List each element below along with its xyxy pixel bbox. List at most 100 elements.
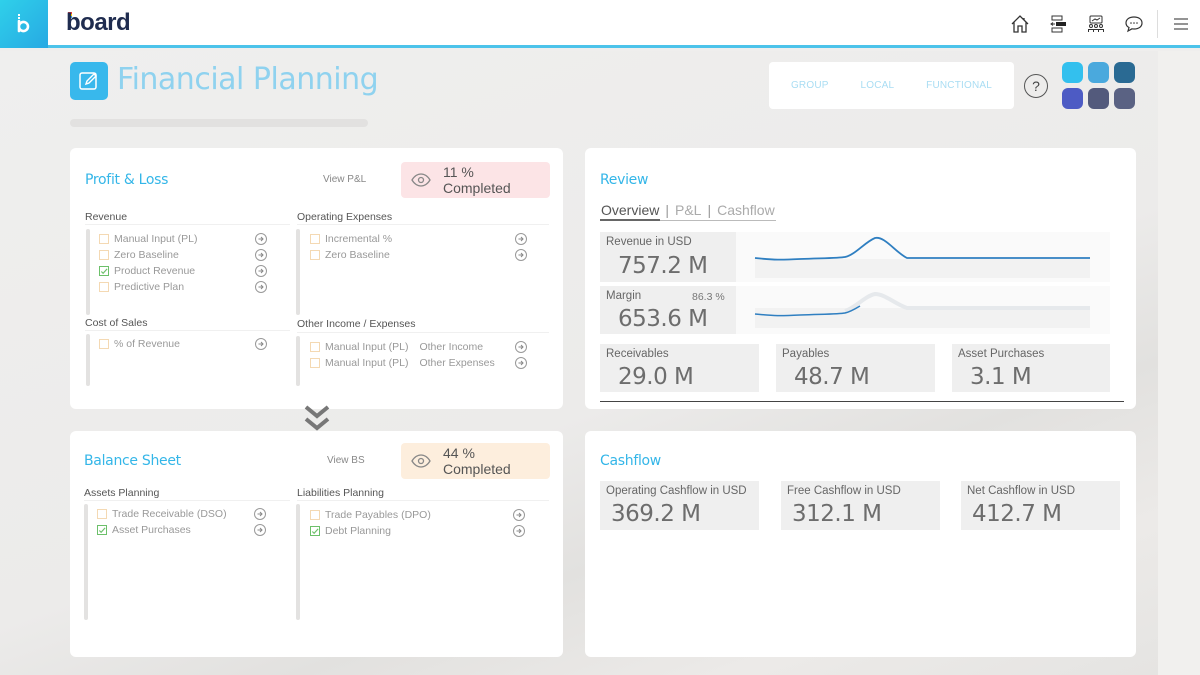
sparkline-background [755, 308, 1090, 328]
board-logo-icon [17, 14, 30, 33]
checklist-item-label: Manual Input (PL) [325, 357, 409, 369]
section-divider [297, 224, 549, 225]
mode-local-button[interactable]: LOCAL [860, 80, 894, 91]
title-underline [70, 119, 368, 127]
arrow-right-circle-icon[interactable] [515, 357, 527, 369]
tab-cashflow[interactable]: Cashflow [716, 202, 776, 218]
checklist-item[interactable]: Incremental % [310, 231, 392, 247]
arrow-right-circle-icon[interactable] [255, 281, 267, 293]
checklist-item[interactable]: Manual Input (PL) Other Income [310, 339, 483, 355]
mode-group-button[interactable]: GROUP [791, 80, 829, 91]
help-button[interactable]: ? [1024, 74, 1048, 98]
checklist-item[interactable]: Asset Purchases [97, 522, 191, 538]
liabilities-section-label: Liabilities Planning [297, 487, 384, 499]
checklist-item[interactable]: Debt Planning [310, 523, 391, 539]
menu-icon[interactable] [1162, 0, 1200, 48]
checkbox-icon[interactable] [99, 282, 109, 292]
theme-swatch[interactable] [1062, 88, 1083, 109]
free-cashflow-value: 312.1 M [792, 501, 882, 527]
navigation-icon[interactable] [1039, 0, 1077, 48]
margin-label: Margin [606, 290, 642, 302]
revenue-section-label: Revenue [85, 211, 128, 223]
net-cashflow-value: 412.7 M [972, 501, 1062, 527]
balance-sheet-title: Balance Sheet [84, 453, 181, 469]
checkbox-icon[interactable] [310, 358, 320, 368]
checkbox-checked-icon[interactable] [310, 526, 320, 536]
section-divider [297, 332, 549, 333]
theme-swatch[interactable] [1062, 62, 1083, 83]
opex-section-label: Operating Expenses [297, 211, 393, 223]
checklist-item[interactable]: Zero Baseline [310, 247, 390, 263]
arrow-right-circle-icon[interactable] [515, 249, 527, 261]
arrow-right-circle-icon[interactable] [255, 338, 267, 350]
checkbox-icon[interactable] [99, 234, 109, 244]
theme-swatch[interactable] [1114, 88, 1135, 109]
mode-selector: GROUP LOCAL FUNCTIONAL [769, 62, 1014, 109]
home-icon[interactable] [1001, 0, 1039, 48]
tab-separator: | [665, 202, 669, 218]
theme-swatch[interactable] [1114, 62, 1135, 83]
section-bar [86, 229, 90, 315]
tab-pl[interactable]: P&L [674, 202, 702, 218]
cashflow-card [585, 431, 1136, 657]
arrow-right-circle-icon[interactable] [513, 525, 525, 537]
checkbox-checked-icon[interactable] [97, 525, 107, 535]
checklist-item-label: Asset Purchases [112, 524, 191, 536]
checkbox-icon[interactable] [310, 250, 320, 260]
arrow-right-circle-icon[interactable] [513, 509, 525, 521]
section-bar [296, 229, 300, 315]
receivables-value: 29.0 M [618, 364, 694, 390]
section-bar [296, 336, 300, 386]
checkbox-icon[interactable] [99, 339, 109, 349]
tab-overview[interactable]: Overview [600, 202, 661, 221]
view-bs-link[interactable]: View BS [327, 455, 365, 466]
arrow-right-circle-icon[interactable] [515, 341, 527, 353]
checklist-item[interactable]: Trade Payables (DPO) [310, 507, 431, 523]
arrow-right-circle-icon[interactable] [254, 524, 266, 536]
checklist-item[interactable]: Zero Baseline [99, 247, 179, 263]
free-cashflow-kpi: Free Cashflow in USD 312.1 M [781, 481, 940, 530]
checklist-item[interactable]: Manual Input (PL) [99, 231, 197, 247]
asset-purchases-kpi: Asset Purchases 3.1 M [952, 344, 1110, 392]
checkbox-icon[interactable] [310, 234, 320, 244]
chat-icon[interactable] [1115, 0, 1153, 48]
checkbox-icon[interactable] [310, 342, 320, 352]
checklist-item[interactable]: Trade Receivable (DSO) [97, 506, 227, 522]
arrow-right-circle-icon[interactable] [255, 233, 267, 245]
checkbox-icon[interactable] [310, 510, 320, 520]
bs-completed-text: 44 % Completed [443, 445, 511, 477]
view-pl-link[interactable]: View P&L [323, 174, 366, 185]
tab-separator: | [707, 202, 712, 218]
page-title: Financial Planning [117, 62, 379, 97]
net-cashflow-label: Net Cashflow in USD [967, 485, 1076, 497]
arrow-right-circle-icon[interactable] [254, 508, 266, 520]
pl-completed-badge[interactable]: 11 % Completed [401, 162, 550, 198]
review-title: Review [600, 172, 649, 188]
checkbox-icon[interactable] [99, 250, 109, 260]
checklist-item[interactable]: Product Revenue [99, 263, 195, 279]
help-icon: ? [1032, 78, 1040, 94]
margin-percent: 86.3 % [692, 291, 725, 303]
app-logo-button[interactable] [0, 0, 48, 48]
arrow-right-circle-icon[interactable] [515, 233, 527, 245]
checkbox-checked-icon[interactable] [99, 266, 109, 276]
checklist-item-label: % of Revenue [114, 338, 180, 350]
operating-cashflow-kpi: Operating Cashflow in USD 369.2 M [600, 481, 759, 530]
review-tabs: Overview | P&L | Cashflow [600, 202, 776, 221]
checkbox-icon[interactable] [97, 509, 107, 519]
arrow-right-circle-icon[interactable] [255, 249, 267, 261]
section-bar [296, 504, 300, 620]
checklist-item-label: Manual Input (PL) [325, 341, 409, 353]
checklist-item-label: Predictive Plan [114, 281, 185, 293]
operating-cashflow-value: 369.2 M [611, 501, 701, 527]
bs-completed-badge[interactable]: 44 % Completed [401, 443, 550, 479]
checklist-item[interactable]: % of Revenue [99, 336, 180, 352]
theme-swatch[interactable] [1088, 88, 1109, 109]
arrow-right-circle-icon[interactable] [255, 265, 267, 277]
checklist-item[interactable]: Predictive Plan [99, 279, 184, 295]
collaboration-icon[interactable] [1077, 0, 1115, 48]
checklist-item[interactable]: Manual Input (PL) Other Expenses [310, 355, 495, 371]
theme-selector [1062, 62, 1135, 109]
mode-functional-button[interactable]: FUNCTIONAL [926, 80, 992, 91]
theme-swatch[interactable] [1088, 62, 1109, 83]
